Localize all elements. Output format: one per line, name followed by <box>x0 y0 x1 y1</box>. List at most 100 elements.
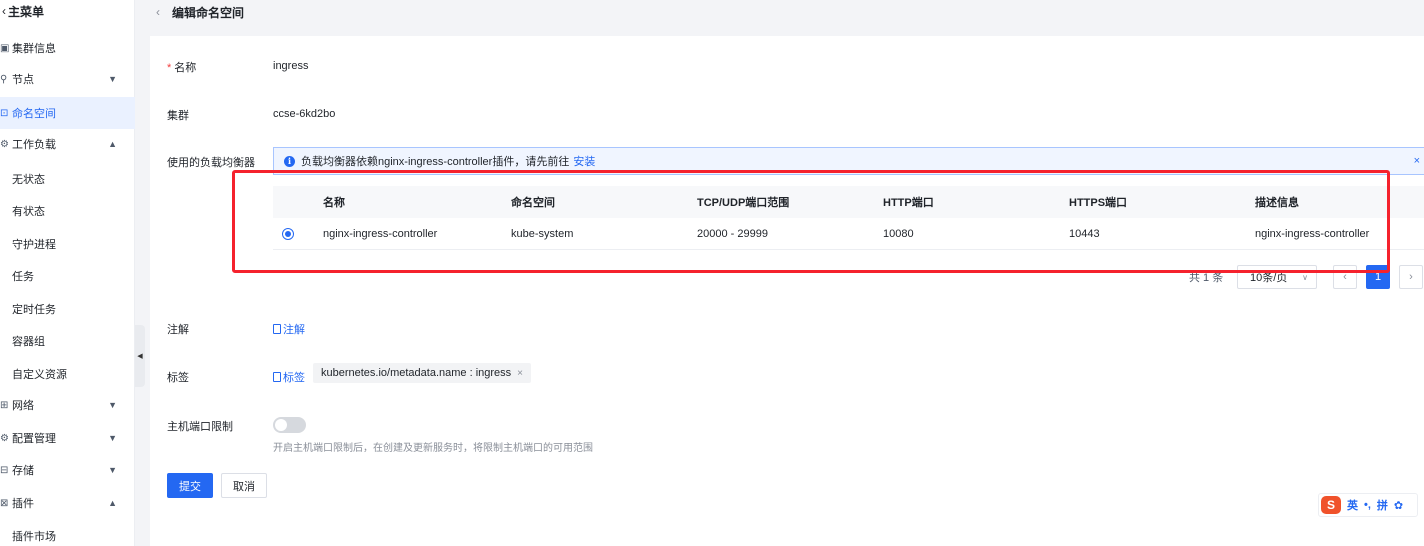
sidebar-item-cronjob[interactable]: 定时任务 <box>12 293 56 325</box>
sidebar-item-label: 插件 <box>12 498 34 510</box>
chevron-down-icon: ▼ <box>108 433 117 443</box>
radio-dot <box>285 230 291 237</box>
tag-text: kubernetes.io/metadata.name : ingress <box>321 367 512 379</box>
required-mark: * <box>167 62 172 74</box>
storage-icon: ⊟ <box>0 464 9 476</box>
file-icon <box>273 324 281 334</box>
sidebar-item-label: 配置管理 <box>12 433 56 445</box>
tag-chip: kubernetes.io/metadata.name : ingress × <box>313 363 532 383</box>
network-icon: ⊞ <box>0 399 9 411</box>
cluster-icon: ▣ <box>0 42 10 54</box>
close-icon[interactable]: × <box>517 368 523 379</box>
col-header-port-range: TCP/UDP端口范围 <box>697 197 790 209</box>
install-link[interactable]: 安装 <box>573 153 595 169</box>
name-value: ingress <box>273 60 309 72</box>
chevron-left-icon: ‹ <box>2 4 6 18</box>
sidebar-item-label: 集群信息 <box>12 43 56 55</box>
back-label: 主菜单 <box>8 4 45 19</box>
plugin-icon: ⊠ <box>0 497 9 509</box>
banner-text: 负载均衡器依赖nginx-ingress-controller插件，请先前往 <box>301 156 570 168</box>
sidebar-collapse-handle[interactable]: ◀ <box>135 325 145 387</box>
sidebar-item-label: 工作负载 <box>12 139 56 151</box>
back-arrow-icon[interactable]: ‹ <box>156 5 160 19</box>
gear-icon[interactable]: ✿ <box>1394 499 1403 512</box>
chevron-up-icon: ▲ <box>108 139 117 149</box>
info-icon: i <box>284 155 295 167</box>
port-limit-label: 主机端口限制 <box>167 421 233 433</box>
sidebar-item-custom-resource[interactable]: 自定义资源 <box>12 358 67 390</box>
sidebar-item-storage[interactable]: ⊟ 存储 ▼ <box>0 454 135 486</box>
form-card: * 名称 ingress 集群 ccse-6kd2bo 使用的负载均衡器 i 负载… <box>150 36 1424 546</box>
sidebar-item-deployment[interactable]: 无状态 <box>12 163 45 195</box>
pagination-total: 共 1 条 <box>1189 272 1224 284</box>
info-banner: i 负载均衡器依赖nginx-ingress-controller插件，请先前往… <box>273 147 1424 175</box>
ime-toolbar[interactable]: S 英 •, 拼 ✿ <box>1318 493 1418 517</box>
cell-port-range: 20000 - 29999 <box>697 227 768 240</box>
sidebar-item-label: 节点 <box>12 74 34 86</box>
chevron-down-icon: ▼ <box>108 465 117 475</box>
next-page-button[interactable]: › <box>1399 265 1423 289</box>
sidebar-item-job[interactable]: 任务 <box>12 260 34 292</box>
sidebar-item-daemonset[interactable]: 守护进程 <box>12 228 56 260</box>
sidebar-item-label: 存储 <box>12 465 34 477</box>
ime-lang[interactable]: 英 <box>1347 497 1358 513</box>
page-size-select[interactable]: 10条/页 ∨ <box>1237 265 1317 289</box>
cluster-label: 集群 <box>167 110 189 122</box>
page-header: ‹ 编辑命名空间 <box>136 0 1424 24</box>
sidebar-item-workload[interactable]: ⚙ 工作负载 ▲ <box>0 128 135 160</box>
back-to-main-menu[interactable]: ‹ 主菜单 <box>0 0 135 22</box>
workload-icon: ⚙ <box>0 138 9 150</box>
submit-button[interactable]: 提交 <box>167 473 213 498</box>
file-icon <box>273 372 281 382</box>
page-size-value: 10条/页 <box>1250 272 1288 284</box>
chevron-down-icon: ▼ <box>108 400 117 410</box>
chevron-up-icon: ▲ <box>108 498 117 508</box>
table-row[interactable]: nginx-ingress-controller kube-system 200… <box>273 218 1424 250</box>
col-header-http-port: HTTP端口 <box>883 197 934 209</box>
page-title: 编辑命名空间 <box>172 5 245 20</box>
sidebar-item-config[interactable]: ⚙ 配置管理 ▼ <box>0 422 135 454</box>
load-balancer-table: 名称 命名空间 TCP/UDP端口范围 HTTP端口 HTTPS端口 描述信息 … <box>273 186 1424 250</box>
sidebar-item-plugin-market[interactable]: 插件市场 <box>12 520 56 546</box>
cancel-button[interactable]: 取消 <box>221 473 267 498</box>
add-annotation-link[interactable]: 注解 <box>273 321 305 337</box>
page-1-button[interactable]: 1 <box>1366 265 1390 289</box>
sidebar: ‹ 主菜单 ▣ 集群信息 ⚲ 节点 ▼ ⊡ 命名空间 ⚙ 工作负载 ▲ 无状态 … <box>0 0 135 546</box>
add-tag-link[interactable]: 标签 <box>273 369 305 385</box>
row-radio[interactable] <box>282 227 294 240</box>
cell-namespace: kube-system <box>511 227 574 240</box>
cluster-value: ccse-6kd2bo <box>273 108 336 120</box>
load-balancer-label: 使用的负载均衡器 <box>167 157 255 169</box>
chevron-down-icon: ▼ <box>108 74 117 84</box>
chevron-down-icon: ∨ <box>1302 272 1308 282</box>
col-header-description: 描述信息 <box>1255 197 1299 209</box>
col-header-namespace: 命名空间 <box>511 197 555 209</box>
cell-name: nginx-ingress-controller <box>323 227 438 240</box>
col-header-name: 名称 <box>323 197 345 209</box>
cell-description: nginx-ingress-controller <box>1255 227 1370 240</box>
cell-https-port: 10443 <box>1069 227 1100 240</box>
sidebar-item-statefulset[interactable]: 有状态 <box>12 195 45 227</box>
namespace-icon: ⊡ <box>0 107 9 119</box>
cell-http-port: 10080 <box>883 227 914 240</box>
caret-left-icon: ◀ <box>137 353 143 360</box>
config-icon: ⚙ <box>0 432 9 444</box>
close-icon[interactable]: × <box>1414 155 1420 167</box>
node-icon: ⚲ <box>0 73 8 85</box>
col-header-https-port: HTTPS端口 <box>1069 197 1128 209</box>
sidebar-item-plugins[interactable]: ⊠ 插件 ▲ <box>0 487 135 519</box>
port-limit-toggle[interactable] <box>273 417 306 433</box>
sogou-logo-icon: S <box>1321 496 1341 514</box>
sidebar-item-cluster-info[interactable]: ▣ 集群信息 <box>0 32 135 64</box>
name-label: * 名称 <box>167 62 197 74</box>
sidebar-item-pods[interactable]: 容器组 <box>12 325 45 357</box>
sidebar-item-nodes[interactable]: ⚲ 节点 ▼ <box>0 63 135 95</box>
sidebar-item-label: 网络 <box>12 400 34 412</box>
sidebar-item-namespace[interactable]: ⊡ 命名空间 <box>0 97 135 129</box>
sidebar-item-label: 命名空间 <box>12 108 56 120</box>
sidebar-item-network[interactable]: ⊞ 网络 ▼ <box>0 389 135 421</box>
prev-page-button[interactable]: ‹ <box>1333 265 1357 289</box>
ime-punct[interactable]: •, <box>1364 499 1371 511</box>
table-header: 名称 命名空间 TCP/UDP端口范围 HTTP端口 HTTPS端口 描述信息 <box>273 186 1424 218</box>
ime-pinyin[interactable]: 拼 <box>1377 497 1388 513</box>
